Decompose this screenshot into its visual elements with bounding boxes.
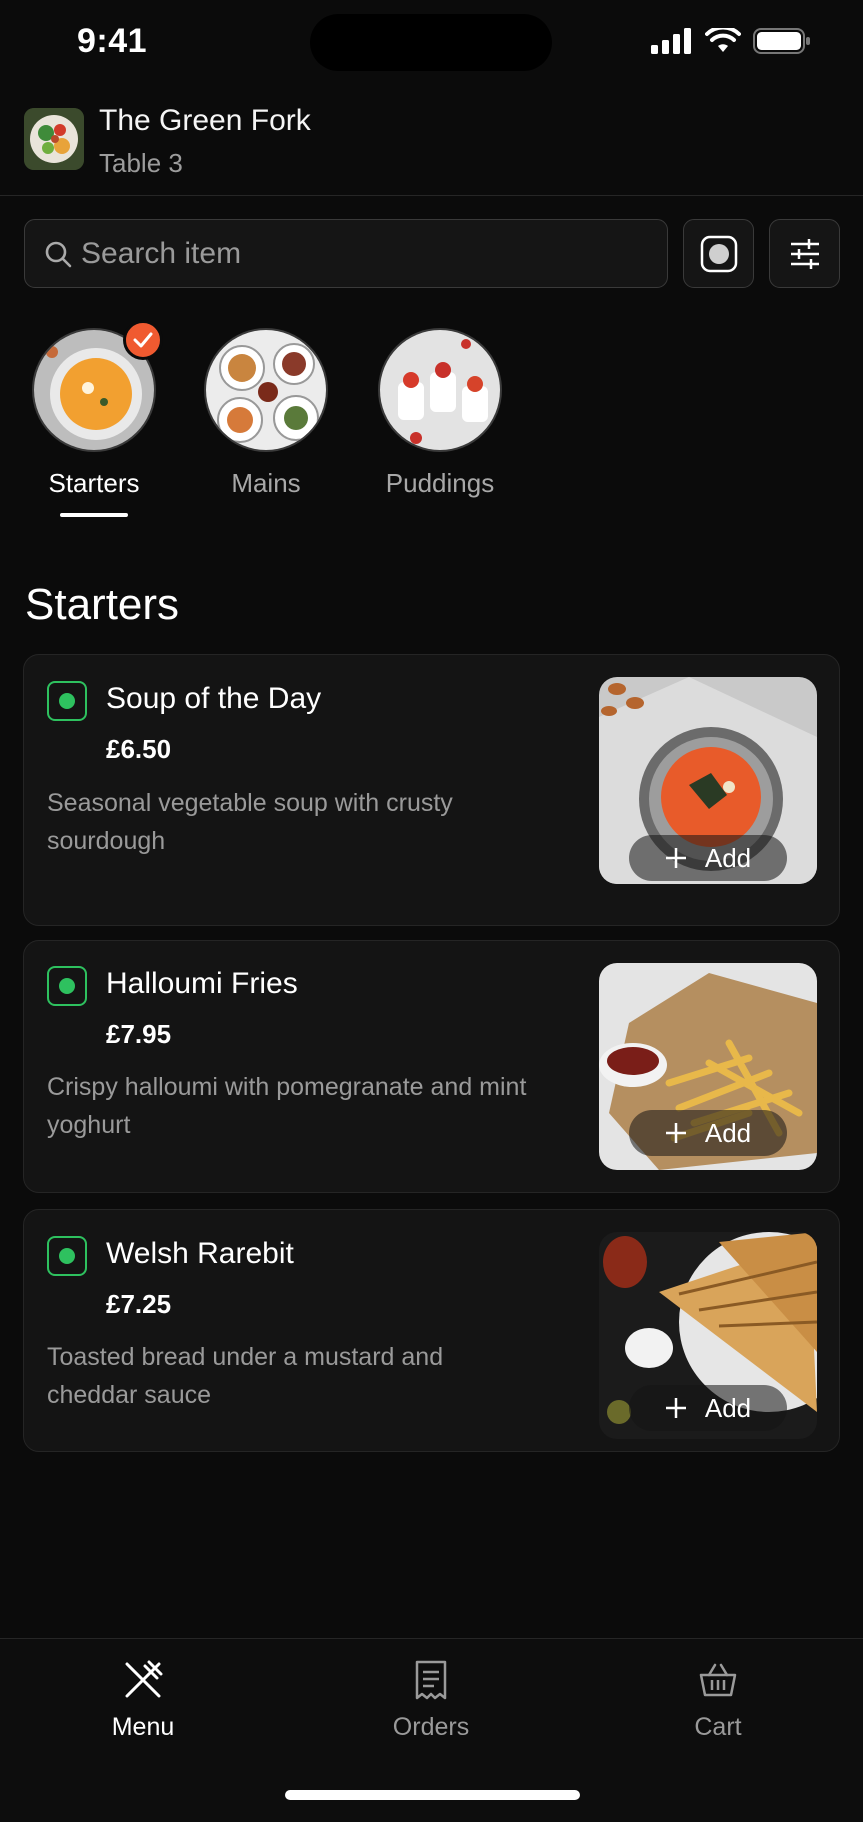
- category-label: Starters: [48, 468, 140, 498]
- wifi-icon: [705, 28, 741, 52]
- puddings-image: [378, 328, 502, 452]
- nav-label: Menu: [111, 1713, 175, 1741]
- add-to-cart-button[interactable]: Add: [629, 835, 787, 881]
- active-tab-indicator: [60, 513, 128, 517]
- nav-label: Orders: [392, 1713, 470, 1741]
- table-number: Table 3: [99, 148, 183, 178]
- status-icons: [651, 28, 811, 54]
- search-bar[interactable]: [24, 219, 668, 288]
- receipt-icon: [415, 1660, 447, 1700]
- category-label: Mains: [231, 468, 301, 498]
- mains-image: [204, 328, 328, 452]
- home-indicator: [285, 1790, 580, 1800]
- veg-indicator-icon: [47, 966, 87, 1006]
- add-label: Add: [704, 1392, 752, 1423]
- nav-label: Cart: [694, 1713, 742, 1741]
- restaurant-header: The Green Fork Table 3: [0, 100, 863, 196]
- item-description: Seasonal vegetable soup with crusty sour…: [47, 789, 453, 855]
- item-description: Crispy halloumi with pomegranate and min…: [47, 1073, 527, 1139]
- category-mains[interactable]: Mains: [196, 328, 336, 499]
- section-title: Starters: [25, 580, 180, 629]
- nav-item-orders[interactable]: Orders: [351, 1657, 511, 1742]
- restaurant-logo: [24, 108, 84, 170]
- nav-item-cart[interactable]: Cart: [638, 1657, 798, 1742]
- status-bar: 9:41: [0, 0, 863, 90]
- plus-icon: [665, 848, 686, 868]
- plus-icon: [665, 1123, 686, 1143]
- dynamic-island: [310, 14, 552, 71]
- check-icon: [133, 332, 153, 348]
- signal-icon: [651, 28, 691, 54]
- veg-filter-button[interactable]: [683, 219, 754, 288]
- item-name: Soup of the Day: [106, 682, 322, 715]
- item-name: Halloumi Fries: [106, 967, 298, 1000]
- veg-toggle-icon: [700, 235, 737, 272]
- add-label: Add: [704, 1117, 752, 1148]
- category-label: Puddings: [385, 468, 495, 498]
- status-time: 9:41: [77, 22, 148, 60]
- add-label: Add: [704, 842, 752, 873]
- item-description: Toasted bread under a mustard and chedda…: [47, 1343, 444, 1409]
- restaurant-name: The Green Fork: [99, 104, 311, 137]
- add-to-cart-button[interactable]: Add: [629, 1110, 787, 1156]
- menu-item-card[interactable]: Halloumi Fries £7.95 Crispy halloumi wit…: [23, 940, 840, 1193]
- category-puddings[interactable]: Puddings: [370, 328, 510, 499]
- search-input[interactable]: [81, 236, 641, 271]
- battery-icon: [753, 28, 810, 54]
- add-to-cart-button[interactable]: Add: [629, 1385, 787, 1431]
- item-name: Welsh Rarebit: [106, 1237, 294, 1270]
- item-price: £7.95: [106, 1019, 172, 1049]
- search-icon: [43, 239, 73, 269]
- item-price: £6.50: [106, 734, 172, 764]
- menu-item-card[interactable]: Soup of the Day £6.50 Seasonal vegetable…: [23, 654, 840, 926]
- veg-indicator-icon: [47, 1236, 87, 1276]
- menu-item-card[interactable]: Welsh Rarebit £7.25 Toasted bread under …: [23, 1209, 840, 1452]
- sliders-icon: [790, 238, 819, 269]
- veg-indicator-icon: [47, 681, 87, 721]
- basket-icon: [699, 1663, 737, 1697]
- selected-badge: [123, 320, 163, 360]
- filter-button[interactable]: [769, 219, 840, 288]
- item-price: £7.25: [106, 1289, 172, 1319]
- fork-knife-icon: [125, 1660, 163, 1698]
- plus-icon: [665, 1398, 686, 1418]
- nav-item-menu[interactable]: Menu: [63, 1657, 223, 1742]
